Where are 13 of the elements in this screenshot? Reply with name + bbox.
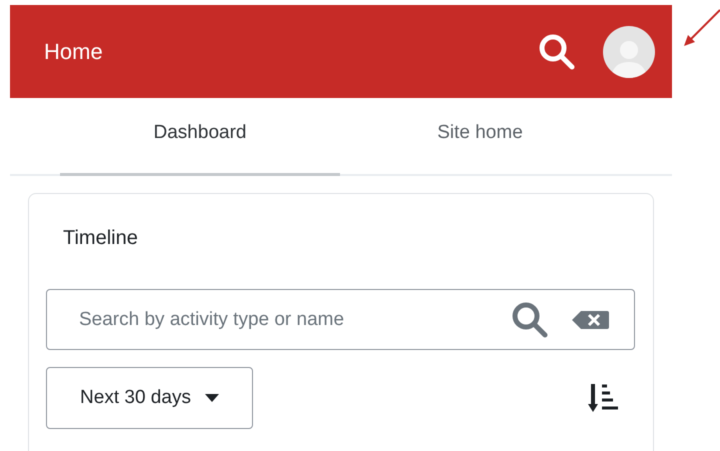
card-title: Timeline bbox=[62, 226, 139, 251]
user-avatar[interactable] bbox=[603, 26, 655, 78]
search-icon[interactable] bbox=[537, 32, 577, 72]
caret-icon bbox=[204, 394, 219, 402]
search-icon[interactable] bbox=[511, 301, 549, 339]
clear-icon[interactable] bbox=[572, 310, 609, 330]
tab[interactable]: Dashboard bbox=[60, 98, 340, 176]
search-field[interactable]: Search by activity type or name bbox=[46, 289, 635, 350]
sort-icon[interactable] bbox=[588, 382, 618, 414]
annotation-arrow bbox=[684, 9, 720, 46]
date-range-dropdown[interactable]: Next 30 days bbox=[46, 367, 253, 429]
tab[interactable]: Site home bbox=[340, 98, 620, 176]
page-title: Home bbox=[44, 38, 104, 64]
